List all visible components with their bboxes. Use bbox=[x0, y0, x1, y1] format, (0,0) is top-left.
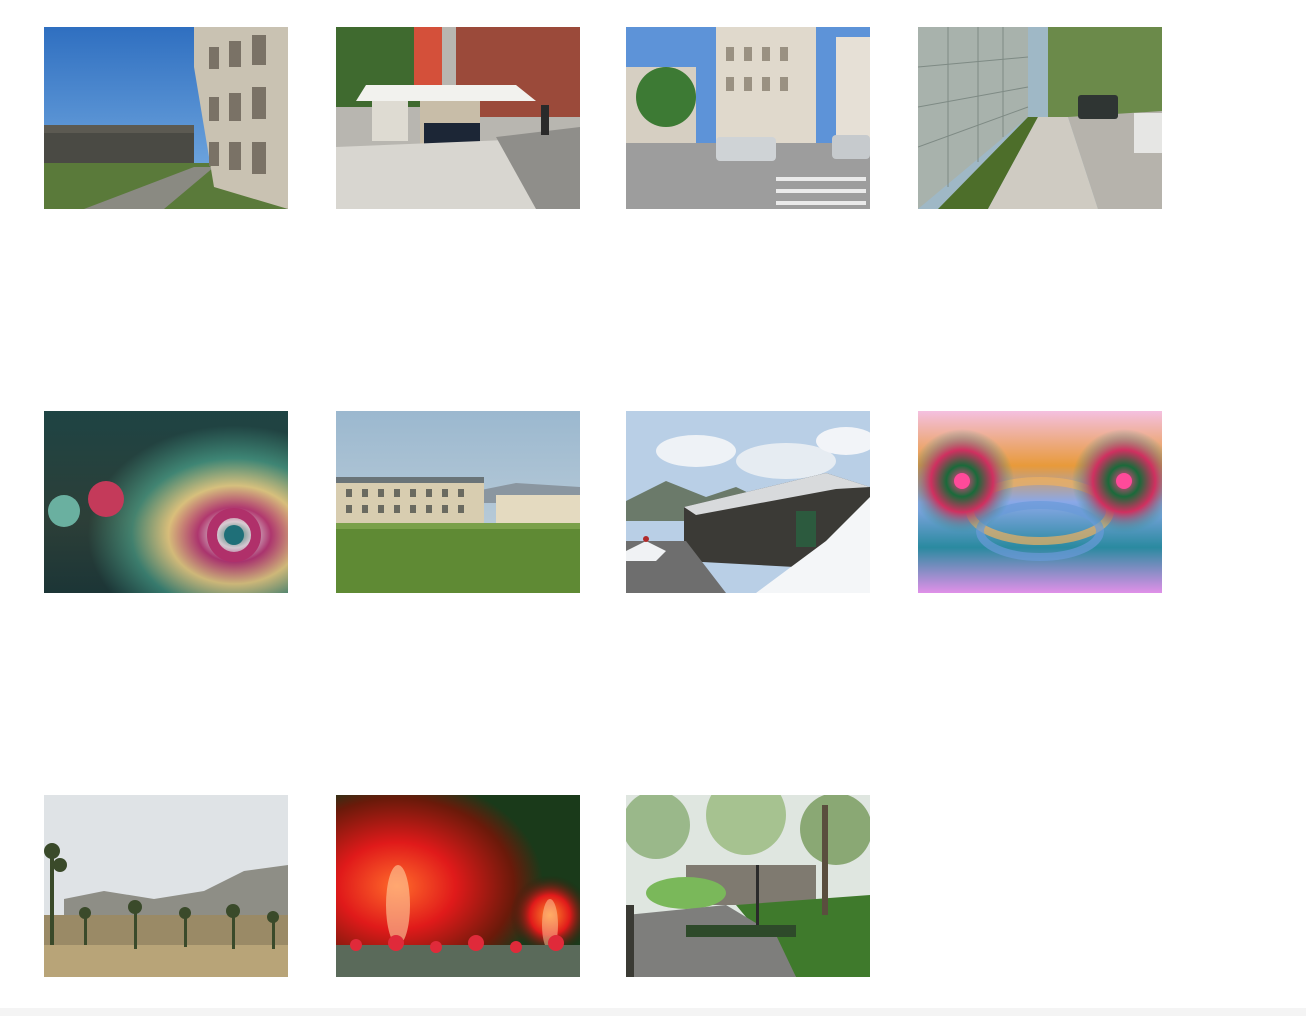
spiral-fractal-art bbox=[918, 411, 1162, 593]
thumbnail-swirl-fractal[interactable] bbox=[44, 411, 288, 593]
park-path-photo bbox=[626, 795, 870, 977]
thumbnail-city-intersection[interactable] bbox=[626, 27, 870, 209]
thumbnail-spiral-fractal[interactable] bbox=[918, 411, 1162, 593]
swirl-fractal-art bbox=[44, 411, 288, 593]
red-fractal-art bbox=[336, 795, 580, 977]
thumbnail-park-path[interactable] bbox=[626, 795, 870, 977]
city-intersection-photo bbox=[626, 27, 870, 209]
street-market-tents-photo bbox=[336, 27, 580, 209]
thumbnail-red-fractal[interactable] bbox=[336, 795, 580, 977]
thumbnail-courtyard-building[interactable] bbox=[44, 27, 288, 209]
thumbnail-snowy-cabin[interactable] bbox=[626, 411, 870, 593]
thumbnail-street-market[interactable] bbox=[336, 27, 580, 209]
thumbnail-desert-joshua-trees[interactable] bbox=[44, 795, 288, 977]
snowy-cabin-photo bbox=[626, 411, 870, 593]
field-buildings-photo bbox=[336, 411, 580, 593]
sidewalk-wall-photo bbox=[918, 27, 1162, 209]
image-gallery bbox=[0, 0, 1306, 1016]
thumbnail-sidewalk-wall[interactable] bbox=[918, 27, 1162, 209]
thumbnail-field-buildings[interactable] bbox=[336, 411, 580, 593]
desert-joshua-trees-photo bbox=[44, 795, 288, 977]
courtyard-building-photo bbox=[44, 27, 288, 209]
bottom-scroll-edge bbox=[0, 1008, 1306, 1016]
